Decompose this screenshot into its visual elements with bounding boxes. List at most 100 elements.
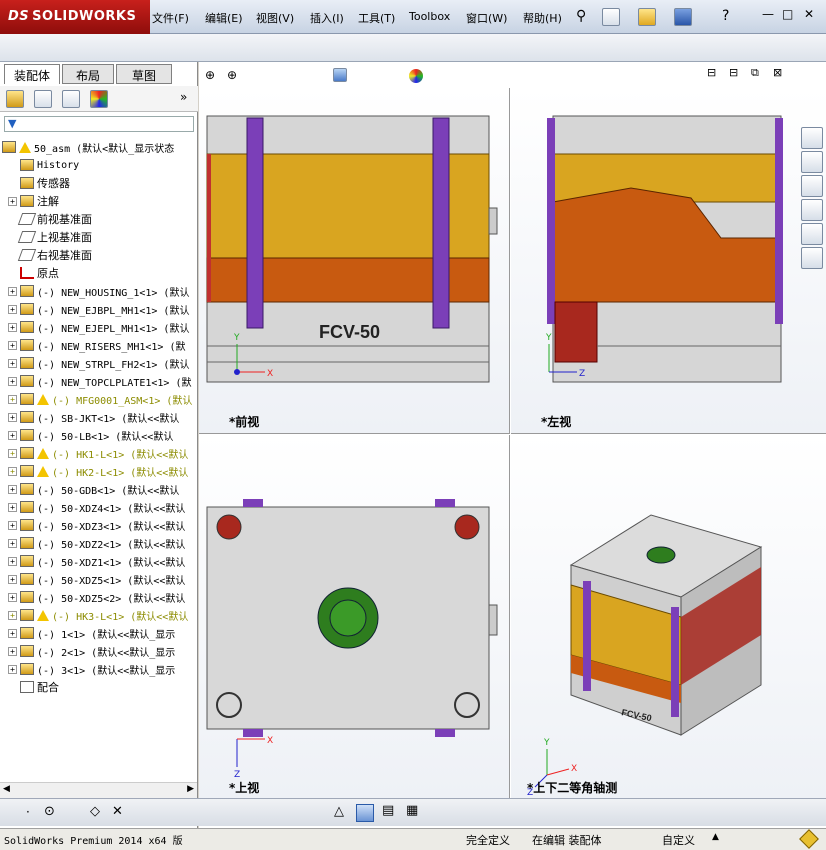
view-tile-icon[interactable]: ⊟ xyxy=(729,66,738,79)
tag-icon[interactable] xyxy=(799,829,819,849)
tree-item[interactable]: + (-) NEW_STRPL_FH2<1> (默认 xyxy=(0,354,197,372)
zoom-to-fit-icon[interactable]: ⊕ xyxy=(205,68,215,82)
tree-item[interactable]: + (-) 50-XDZ1<1> (默认<<默认 xyxy=(0,552,197,570)
expand-icon[interactable]: + xyxy=(8,196,17,206)
display-style-icon[interactable] xyxy=(333,68,347,82)
tree-item[interactable]: + (-) 1<1> (默认<<默认_显示 xyxy=(0,624,197,642)
expand-icon[interactable]: + xyxy=(8,628,17,638)
expand-icon[interactable]: + xyxy=(8,520,17,530)
property-manager-icon[interactable] xyxy=(34,90,52,108)
expand-icon[interactable]: + xyxy=(8,574,17,584)
expand-icon[interactable]: + xyxy=(8,286,17,296)
tree-item[interactable]: History xyxy=(0,156,197,174)
tree-item[interactable]: + (-) 2<1> (默认<<默认_显示 xyxy=(0,642,197,660)
units-chevron-icon[interactable]: ▲ xyxy=(712,832,719,842)
expand-icon[interactable]: + xyxy=(8,538,17,548)
tree-item[interactable]: + (-) NEW_RISERS_MH1<1> (默 xyxy=(0,336,197,354)
expand-icon[interactable]: + xyxy=(8,394,17,404)
menu-toolbox[interactable]: Toolbox xyxy=(409,10,450,23)
expand-icon[interactable]: + xyxy=(8,322,17,332)
expand-icon[interactable]: + xyxy=(8,376,17,386)
design-library-icon[interactable] xyxy=(801,151,823,173)
expand-icon[interactable]: + xyxy=(8,466,17,476)
save-icon[interactable] xyxy=(674,8,692,26)
menu-edit[interactable]: 编辑(E) xyxy=(205,10,243,26)
tree-item[interactable]: + 注解 xyxy=(0,192,197,210)
new-document-icon[interactable] xyxy=(602,8,620,26)
tree-item[interactable]: 右视基准面 xyxy=(0,246,197,264)
menu-help[interactable]: 帮助(H) xyxy=(523,10,562,26)
tree-item[interactable]: + (-) NEW_TOPCLPLATE1<1> (默 xyxy=(0,372,197,390)
view-minimize-icon[interactable]: ⊟ xyxy=(707,66,716,79)
tree-item[interactable]: + (-) NEW_HOUSING_1<1> (默认 xyxy=(0,282,197,300)
custom-properties-icon[interactable] xyxy=(801,247,823,269)
menu-file[interactable]: 文件(F) xyxy=(152,10,189,26)
triangle-icon[interactable]: △ xyxy=(334,804,344,819)
tree-item[interactable]: + (-) MFG0001_ASM<1> (默认 xyxy=(0,390,197,408)
tree-item[interactable]: + (-) 50-LB<1> (默认<<默认 xyxy=(0,426,197,444)
file-explorer-icon[interactable] xyxy=(801,175,823,197)
view-orientation-icon[interactable]: ▤ xyxy=(382,803,394,818)
tree-item[interactable]: + (-) 50-XDZ5<2> (默认<<默认 xyxy=(0,588,197,606)
shaded-view-icon[interactable] xyxy=(356,804,374,822)
tree-item[interactable]: + (-) HK1-L<1> (默认<<默认 xyxy=(0,444,197,462)
status-custom[interactable]: 自定义 xyxy=(662,832,695,848)
top-view-pane[interactable]: X Z *上视 xyxy=(199,435,510,798)
expand-icon[interactable]: + xyxy=(8,610,17,620)
close-button[interactable]: ✕ xyxy=(804,7,814,21)
tree-item[interactable]: + (-) 50-XDZ3<1> (默认<<默认 xyxy=(0,516,197,534)
tree-item[interactable]: 原点 xyxy=(0,264,197,282)
point-icon[interactable]: · xyxy=(26,805,30,819)
iso-view-pane[interactable]: FCV-50 Y X Z *上下二等角轴测 xyxy=(511,435,826,798)
tree-item[interactable]: + (-) 3<1> (默认<<默认_显示 xyxy=(0,660,197,678)
front-view-pane[interactable]: FCV-50 Y X *前视 xyxy=(199,88,510,434)
tree-item[interactable]: + (-) SB-JKT<1> (默认<<默认 xyxy=(0,408,197,426)
expand-icon[interactable]: + xyxy=(8,412,17,422)
tree-item[interactable]: 前视基准面 xyxy=(0,210,197,228)
expand-icon[interactable]: + xyxy=(8,664,17,674)
tab-layout[interactable]: 布局 xyxy=(62,64,114,84)
tab-sketch[interactable]: 草图 xyxy=(116,64,172,84)
pin-icon[interactable]: ⚲ xyxy=(576,8,586,24)
expand-icon[interactable]: + xyxy=(8,304,17,314)
appearances-icon[interactable] xyxy=(801,223,823,245)
circle-icon[interactable]: ⊙ xyxy=(44,804,55,819)
expand-icon[interactable]: + xyxy=(8,502,17,512)
expand-icon[interactable]: + xyxy=(8,358,17,368)
filter-box[interactable]: ▼ xyxy=(4,116,194,132)
appearance-icon[interactable] xyxy=(409,69,423,83)
expand-icon[interactable]: + xyxy=(8,430,17,440)
tree-item[interactable]: 上视基准面 xyxy=(0,228,197,246)
help-icon[interactable]: ? xyxy=(722,8,729,24)
horizontal-scrollbar[interactable]: ◀ ▶ xyxy=(0,782,197,798)
menu-window[interactable]: 窗口(W) xyxy=(466,10,507,26)
scroll-right-icon[interactable]: ▶ xyxy=(187,784,194,794)
expand-icon[interactable]: + xyxy=(8,340,17,350)
view-close-icon[interactable]: ⊠ xyxy=(773,66,782,79)
tree-item[interactable]: + (-) HK2-L<1> (默认<<默认 xyxy=(0,462,197,480)
menu-tools[interactable]: 工具(T) xyxy=(358,10,395,26)
tree-item[interactable]: 传感器 xyxy=(0,174,197,192)
expand-panel-icon[interactable]: » xyxy=(180,90,187,104)
expand-icon[interactable]: + xyxy=(8,448,17,458)
open-folder-icon[interactable] xyxy=(638,8,656,26)
solidworks-logo[interactable]: DS SOLIDWORKS xyxy=(0,0,150,34)
tree-item[interactable]: 配合 xyxy=(0,678,197,696)
tree-item[interactable]: + (-) NEW_EJEPL_MH1<1> (默认 xyxy=(0,318,197,336)
expand-icon[interactable]: + xyxy=(8,592,17,602)
tree-item[interactable]: 50_asm (默认<默认_显示状态 xyxy=(0,138,197,156)
menu-view[interactable]: 视图(V) xyxy=(256,10,294,26)
view-restore-icon[interactable]: ⧉ xyxy=(751,66,759,80)
trim-icon[interactable]: ✕ xyxy=(112,804,123,819)
configuration-manager-icon[interactable] xyxy=(62,90,80,108)
tree-item[interactable]: + (-) 50-XDZ2<1> (默认<<默认 xyxy=(0,534,197,552)
tree-item[interactable]: + (-) HK3-L<1> (默认<<默认 xyxy=(0,606,197,624)
zoom-area-icon[interactable]: ⊕ xyxy=(227,68,237,82)
expand-icon[interactable]: + xyxy=(8,556,17,566)
left-view-pane[interactable]: Y Z *左视 xyxy=(511,88,826,434)
tree-item[interactable]: + (-) 50-GDB<1> (默认<<默认 xyxy=(0,480,197,498)
tree-item[interactable]: + (-) 50-XDZ5<1> (默认<<默认 xyxy=(0,570,197,588)
home-icon[interactable] xyxy=(801,127,823,149)
expand-icon[interactable]: + xyxy=(8,646,17,656)
restore-button[interactable]: □ xyxy=(782,7,793,21)
